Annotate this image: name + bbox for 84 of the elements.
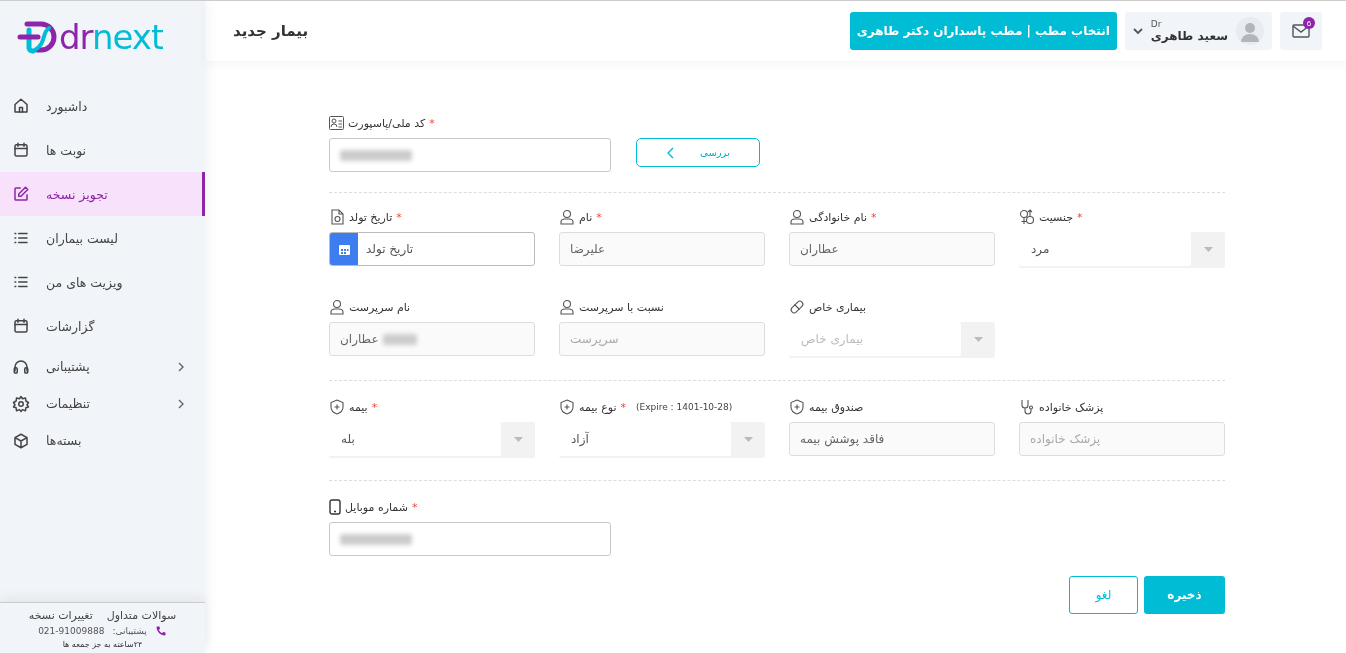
required-mark: * <box>396 210 402 224</box>
dropdown-arrow-icon <box>513 436 523 442</box>
field-label: بیماری خاص <box>809 300 866 314</box>
required-mark: * <box>1077 210 1083 224</box>
field-label: نسبت با سرپرست <box>579 300 664 314</box>
field-label: نام <box>579 210 593 224</box>
required-mark: * <box>620 400 626 414</box>
shield-icon <box>789 399 805 415</box>
chevron-icon <box>177 361 185 372</box>
required-mark: * <box>429 116 435 130</box>
field-label: نوع بیمه <box>579 400 617 414</box>
user-icon <box>559 209 575 225</box>
mobile-phone-icon <box>329 499 341 515</box>
dropdown-arrow-icon <box>743 436 753 442</box>
logo-icon <box>17 20 57 54</box>
shield-icon <box>329 399 345 415</box>
home-icon <box>12 97 30 115</box>
select-field[interactable]: آزاد <box>559 422 765 458</box>
support-label: پشتیبانی: <box>112 626 147 636</box>
field-label: نام سرپرست <box>349 300 411 314</box>
required-mark: * <box>596 210 602 224</box>
headset-icon <box>12 357 30 376</box>
calendar-button[interactable] <box>330 233 358 265</box>
field-label: تاریخ تولد <box>349 210 393 224</box>
field-label: پزشک خانواده <box>1039 400 1104 414</box>
calendar-icon <box>12 317 30 335</box>
field-label: بیمه <box>349 400 368 414</box>
sidebar-item[interactable]: گزارشات <box>0 304 205 348</box>
avatar-icon <box>1236 17 1264 45</box>
caret-icon <box>1132 27 1143 35</box>
field-label: شماره موبایل <box>345 500 408 514</box>
select-field[interactable]: بله <box>329 422 535 458</box>
support-hours: ۲۴ساعته به جز جمعه ها <box>62 640 143 649</box>
required-mark: * <box>871 210 877 224</box>
user-prefix: Dr <box>1150 19 1162 29</box>
edit-icon <box>12 185 30 203</box>
input-field[interactable] <box>329 138 611 172</box>
support-phone: 021-91009888 <box>38 626 105 636</box>
id-card-icon <box>329 116 344 130</box>
box-icon <box>12 431 30 450</box>
sidebar-item[interactable]: داشبورد <box>0 84 205 128</box>
user-name: سعید طاهری <box>1150 29 1228 43</box>
calendar-icon <box>12 141 30 159</box>
field-label: نام خانوادگی <box>809 210 867 224</box>
page-title: بیمار جدید <box>233 22 309 40</box>
sidebar-item[interactable]: تنظیمات <box>0 385 205 422</box>
document-icon <box>329 209 345 225</box>
pill-icon <box>789 299 805 315</box>
chevron-icon <box>666 146 675 159</box>
phone-call-icon <box>154 625 167 637</box>
gender-icon <box>1019 209 1035 225</box>
mail-button[interactable]: 6 <box>1280 12 1322 50</box>
blurred-value <box>382 333 417 345</box>
mail-badge: 6 <box>1303 17 1315 29</box>
sidebar-item[interactable]: بسته‌ها <box>0 422 205 459</box>
required-mark: * <box>411 500 418 514</box>
user-icon <box>559 299 575 315</box>
shield-icon <box>559 399 575 415</box>
dropdown-arrow-icon <box>973 336 983 342</box>
field-label: کد ملی/پاسپورت <box>348 116 426 130</box>
date-field[interactable]: تاریخ تولد <box>329 232 535 266</box>
required-mark: * <box>371 400 378 414</box>
calendar-icon <box>337 242 351 256</box>
footer-link[interactable]: تغییرات نسخه <box>28 609 93 622</box>
blurred-value <box>340 533 412 545</box>
select-field[interactable]: مرد <box>1019 232 1225 268</box>
user-icon <box>329 299 345 315</box>
sidebar-item[interactable]: پشتیبانی <box>0 348 205 385</box>
chevron-icon <box>177 398 185 409</box>
sidebar-item[interactable]: لیست بیماران <box>0 216 205 260</box>
sidebar-item[interactable]: تجویز نسخه <box>0 172 205 216</box>
input-field[interactable] <box>329 522 611 556</box>
field-label: جنسیت <box>1039 210 1074 224</box>
field-label: صندوق بیمه <box>809 400 864 414</box>
sidebar-item[interactable]: ویزیت های من <box>0 260 205 304</box>
user-icon <box>789 209 805 225</box>
blurred-value <box>340 149 412 161</box>
sidebar-item[interactable]: نوبت ها <box>0 128 205 172</box>
dropdown-arrow-icon <box>1203 246 1213 252</box>
stethoscope-icon <box>1019 399 1035 415</box>
footer-link[interactable]: سوالات متداول <box>106 609 177 622</box>
settings-icon <box>12 394 30 413</box>
mail-icon <box>1292 24 1310 38</box>
expiry-note: (Expire : 1401-10-28) <box>635 402 733 412</box>
